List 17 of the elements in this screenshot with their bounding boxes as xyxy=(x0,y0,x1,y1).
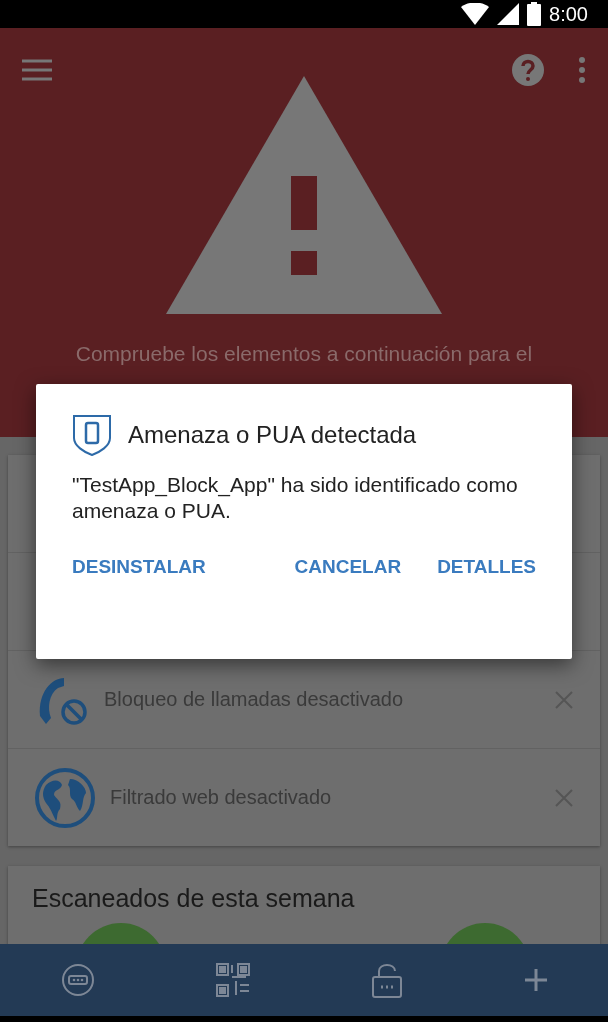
menu-icon[interactable] xyxy=(22,59,52,81)
dialog-button[interactable]: CANCELAR xyxy=(294,556,402,578)
help-icon[interactable] xyxy=(512,54,544,86)
dialog-message: "TestApp_Block_App" ha sido identificado como amenaza o PUA. xyxy=(72,472,519,524)
globe-icon xyxy=(34,766,96,829)
dialog-button[interactable]: DETALLES xyxy=(437,556,536,578)
warning-icon xyxy=(166,76,442,316)
signal-icon xyxy=(497,3,520,25)
header-subtitle: Compruebe los elementos a continuación para el xyxy=(75,342,533,366)
card-title: Escaneados de esta semana xyxy=(31,883,356,914)
battery-icon xyxy=(527,2,542,26)
more-icon[interactable] xyxy=(578,57,586,83)
shield-phone-icon xyxy=(72,414,112,456)
status-time: 8:00 xyxy=(549,2,588,26)
wifi-icon xyxy=(461,3,490,25)
dialog-button[interactable]: DESINSTALAR xyxy=(72,556,206,578)
dialog-title: Amenaza o PUA detectada xyxy=(128,421,417,449)
